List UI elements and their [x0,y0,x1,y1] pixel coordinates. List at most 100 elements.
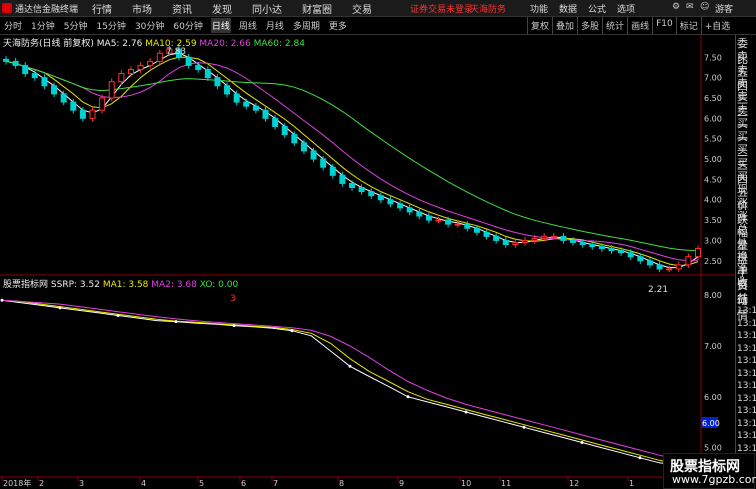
tool-diejia[interactable]: 叠加 [552,17,577,34]
ssrp-dot [290,329,294,333]
mail-icon[interactable]: ✉ [686,2,694,12]
price-tick: 7.00 [704,74,722,83]
period-60min[interactable]: 60分钟 [172,18,203,33]
menu-item-shichang[interactable]: 市场 [132,1,152,16]
date-tick: 4 [141,479,146,487]
sub-legend-name: 股票指标网 [3,280,49,290]
right-menu: 功能 数据 公式 选项 [530,2,646,15]
period-1min[interactable]: 1分钟 [30,18,56,33]
candle-body [397,203,404,209]
candle-body [454,223,461,226]
candle-body [579,241,586,246]
price-tick: 3.00 [704,236,722,245]
tick-label: 13:1 [737,331,756,341]
period-fenshi[interactable]: 分时 [3,18,23,33]
tool-fuquan[interactable]: 复权 [527,17,552,34]
candle-body [598,246,605,250]
candle-body [300,142,307,152]
period-multi[interactable]: 多周期 [292,18,321,33]
ssrp-dot [348,364,352,368]
period-toolbar: 分时 1分钟 5分钟 15分钟 30分钟 60分钟 日线 周线 月线 多周期 更… [0,17,756,35]
period-monthly[interactable]: 月线 [265,18,285,33]
chart-background [0,35,735,487]
candle-body [262,109,269,119]
candle-body [483,231,490,237]
login-warning[interactable]: 证券交易未登录 [410,2,473,15]
low-annotation: 2.21 [648,285,668,295]
watermark-url: www.7gpzb.com [672,473,756,486]
tick-label: 13:1 [737,393,756,404]
menu-item-faxian[interactable]: 发现 [212,1,232,16]
ssrp-dot [232,324,236,328]
candle-body [252,105,259,111]
sub-tick: 5.00 [704,444,722,453]
tool-tongji[interactable]: 统计 [602,17,627,34]
candle-body [589,244,596,248]
menu-item-hangqing[interactable]: 行情 [92,1,112,16]
app-logo-icon [2,3,12,13]
ssrp-dot [638,456,642,460]
menu-item-xuanxiang[interactable]: 选项 [617,2,635,15]
date-tick: 7 [273,479,278,487]
user-icon[interactable]: ☺ [700,2,709,12]
legend-stock-name: 天海防务(日线 前复权) [3,39,94,49]
period-15min[interactable]: 15分钟 [95,18,126,33]
main-menu: 行情 市场 资讯 发现 同小达 财富圈 交易 [92,1,392,16]
candle-body [233,93,240,103]
menu-item-tongxiaoda[interactable]: 同小达 [252,1,282,16]
tool-huaxian[interactable]: 画线 [627,17,652,34]
tool-zixuan[interactable]: +自选 [700,17,734,34]
candle-body [656,264,663,270]
chart-area[interactable]: 7.50 7.00 6.50 6.00 5.50 5.00 4.50 4.00 3.50 3.00… [0,35,735,487]
candle-body [464,223,471,229]
menu-item-gongneng[interactable]: 功能 [530,2,548,15]
menu-item-jiaoyi[interactable]: 交易 [352,1,372,16]
legend-ma20: MA20: 2.66 [199,39,251,49]
price-tick: 3.50 [704,216,722,225]
date-tick: 12 [569,479,579,487]
period-more[interactable]: 更多 [328,18,348,33]
price-tick: 4.50 [704,175,722,184]
candle-body [675,264,682,270]
candle-body [118,73,125,83]
menu-item-gongshi[interactable]: 公式 [588,2,606,15]
period-5min[interactable]: 5分钟 [63,18,89,33]
ssrp-dot [0,298,4,302]
candle-body [147,60,154,66]
candle-body [195,64,202,70]
candle-body [406,207,413,213]
period-weekly[interactable]: 周线 [238,18,258,33]
period-daily[interactable]: 日线 [210,18,231,33]
candle-body [214,77,221,87]
date-tick: 10 [461,479,471,487]
candle-body [608,248,615,252]
guest-label[interactable]: 游客 [715,2,733,15]
candle-body [473,227,480,233]
candle-body [243,101,250,107]
menu-item-caifuquan[interactable]: 财富圈 [302,1,332,16]
menu-item-shuju[interactable]: 数据 [559,2,577,15]
tool-f10[interactable]: F10 [652,17,676,34]
legend-ma60: MA60: 2.84 [253,39,305,49]
menu-item-zixun[interactable]: 资讯 [172,1,192,16]
tick-label: 13:1 [737,343,756,354]
ssrp-dot [522,425,526,429]
stock-name-link[interactable]: 天海防务 [470,2,506,15]
candle-body [3,58,9,62]
price-tick: 5.00 [704,155,722,164]
candle-body [368,191,375,197]
candle-body [522,239,528,243]
candle-body [99,97,106,111]
tool-biaoji[interactable]: 标记 [675,17,701,34]
candle-body [127,68,134,75]
tick-label: 13:1 [737,443,756,454]
settings-icon[interactable]: ⚙ [672,2,680,12]
period-30min[interactable]: 30分钟 [134,18,165,33]
ssrp-dot [174,320,178,324]
tool-duogu[interactable]: 多股 [577,17,602,34]
tick-label: 13:1 [737,406,756,416]
price-tick: 4.00 [704,196,722,205]
candle-body [89,109,96,119]
candle-body [79,109,86,119]
candle-body [358,187,365,193]
